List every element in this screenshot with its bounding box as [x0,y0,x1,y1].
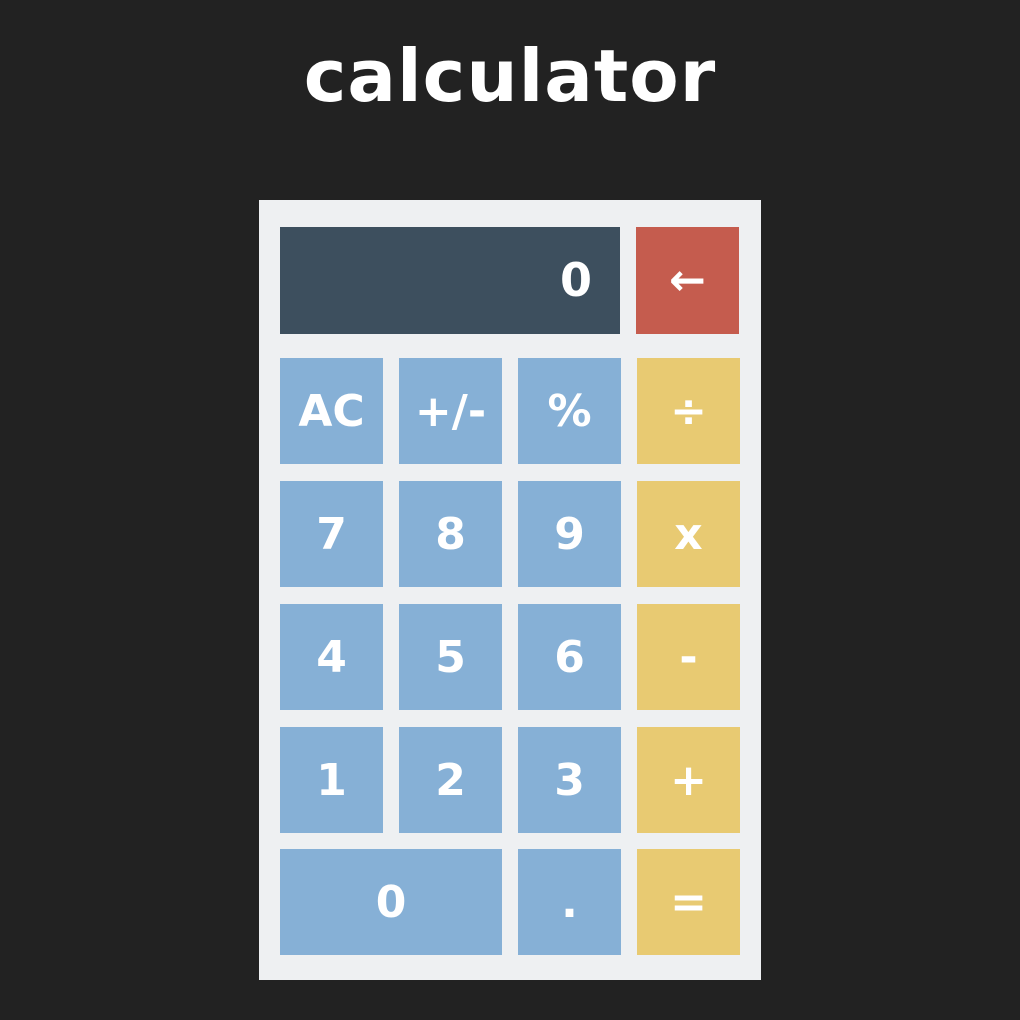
digit-8-button[interactable]: 8 [399,481,502,587]
page-title: calculator [303,34,717,118]
divide-button[interactable]: ÷ [637,358,740,464]
decimal-button[interactable]: . [518,849,621,955]
percent-button[interactable]: % [518,358,621,464]
calculator-display: 0 [280,227,620,334]
digit-6-button[interactable]: 6 [518,604,621,710]
digit-5-button[interactable]: 5 [399,604,502,710]
digit-1-button[interactable]: 1 [280,727,383,833]
digit-2-button[interactable]: 2 [399,727,502,833]
subtract-button[interactable]: - [637,604,740,710]
all-clear-button[interactable]: AC [280,358,383,464]
multiply-button[interactable]: x [637,481,740,587]
digit-0-button[interactable]: 0 [280,849,502,955]
calculator-panel: 0 ← AC +/- % ÷ 7 8 9 x 4 5 6 - 1 2 3 + 0… [259,200,761,980]
digit-7-button[interactable]: 7 [280,481,383,587]
digit-9-button[interactable]: 9 [518,481,621,587]
add-button[interactable]: + [637,727,740,833]
digit-3-button[interactable]: 3 [518,727,621,833]
digit-4-button[interactable]: 4 [280,604,383,710]
backspace-button[interactable]: ← [636,227,739,334]
toggle-sign-button[interactable]: +/- [399,358,502,464]
equals-button[interactable]: = [637,849,740,955]
